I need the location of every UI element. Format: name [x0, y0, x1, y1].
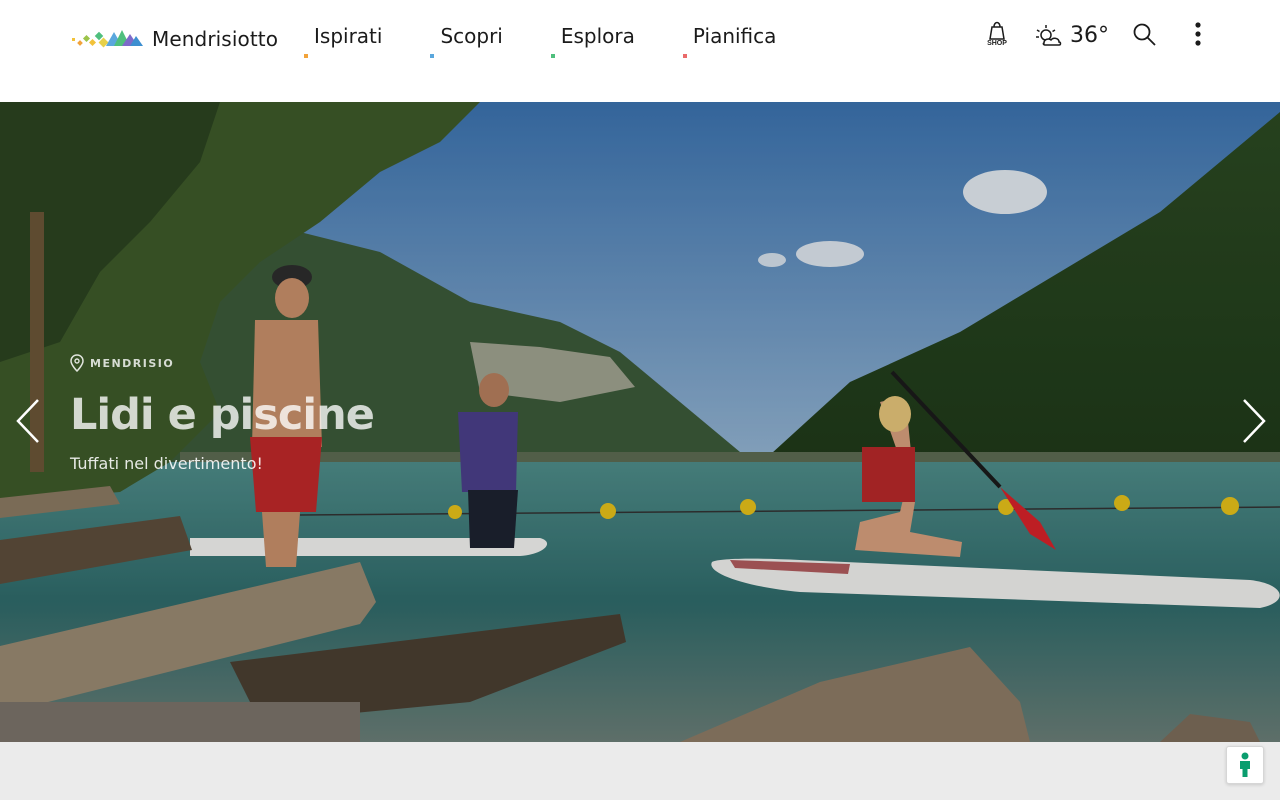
nav-item-pianifica[interactable]: Pianifica — [682, 22, 777, 58]
nav-item-esplora[interactable]: Esplora — [550, 22, 635, 58]
shopping-bag-icon — [989, 21, 1005, 40]
weather-widget[interactable]: 36° — [1034, 20, 1109, 50]
location-label: MENDRISIO — [90, 356, 175, 370]
search-icon — [1133, 23, 1156, 46]
accessibility-button[interactable] — [1226, 746, 1264, 784]
location-tag: MENDRISIO — [70, 354, 570, 372]
hero-subtitle: Tuffati nel divertimento! — [70, 454, 263, 473]
temperature: 36° — [1070, 22, 1109, 48]
nav-accent-dot — [430, 54, 435, 58]
content-area — [0, 742, 1280, 800]
nav-item-label: Esplora — [560, 24, 635, 48]
hero-slider: MENDRISIO Lidi e piscine Tuffati nel div… — [0, 102, 1280, 742]
site-header: Mendrisiotto Ispirati Scopri Esplora Pia… — [0, 0, 1280, 102]
nav-item-ispirati[interactable]: Ispirati — [304, 22, 382, 58]
slider-next-button[interactable] — [1238, 398, 1268, 444]
mendrisiotto-logo-icon — [72, 30, 143, 48]
hero-title[interactable]: Lidi e piscine — [70, 390, 570, 440]
nav-item-label: Pianifica — [692, 24, 777, 48]
sun-cloud-icon — [1036, 25, 1062, 46]
chevron-right-icon — [1243, 399, 1266, 443]
person-icon — [1240, 752, 1250, 777]
hero-caption: MENDRISIO Lidi e piscine Tuffati nel div… — [70, 354, 570, 473]
slider-prev-button[interactable] — [14, 398, 44, 444]
nav-accent-dot — [304, 54, 308, 58]
nav-accent-dot — [550, 54, 555, 58]
search-button[interactable] — [1132, 22, 1158, 48]
nav-item-label: Scopri — [440, 24, 503, 48]
nav-accent-dot — [682, 54, 687, 58]
shop-button[interactable]: SHOP — [980, 18, 1014, 52]
vertical-dots-icon — [1195, 22, 1201, 46]
nav-item-scopri[interactable]: Scopri — [430, 22, 503, 58]
brand-name: Mendrisiotto — [152, 27, 279, 51]
nav-item-label: Ispirati — [314, 24, 383, 48]
chevron-left-icon — [16, 399, 39, 443]
shop-label: SHOP — [987, 40, 1007, 47]
brand-logo[interactable]: Mendrisiotto — [70, 24, 278, 54]
main-nav: Ispirati Scopri Esplora Pianifica — [304, 22, 824, 58]
more-menu-button[interactable] — [1190, 22, 1206, 48]
map-pin-icon — [70, 354, 84, 372]
